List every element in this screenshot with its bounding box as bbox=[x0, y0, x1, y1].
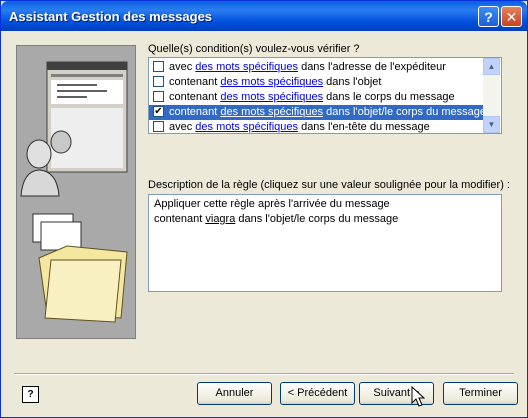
condition-row-5[interactable]: avec des mots spécifiques dans l'en-tête… bbox=[149, 120, 483, 133]
title-help-button[interactable]: ? bbox=[478, 6, 499, 27]
condition-link-4[interactable]: des mots spécifiques bbox=[220, 106, 323, 118]
cancel-button[interactable]: Annuler bbox=[197, 382, 272, 405]
title-close-button[interactable]: ✕ bbox=[501, 6, 522, 27]
description-line-1: Appliquer cette règle après l'arrivée du… bbox=[154, 198, 390, 210]
description-label: Description de la règle (cliquez sur une… bbox=[148, 179, 510, 191]
condition-link-5[interactable]: des mots spécifiques bbox=[195, 121, 298, 133]
dialog-window: Assistant Gestion des messages ? ✕ Quell… bbox=[0, 0, 528, 418]
condition-row-4[interactable]: ✔ contenant des mots spécifiques dans l'… bbox=[149, 105, 487, 120]
condition-row-1[interactable]: avec des mots spécifiques dans l'adresse… bbox=[149, 60, 483, 75]
scroll-up-icon[interactable]: ▲ bbox=[483, 58, 500, 75]
description-line-2: contenant viagra dans l'objet/le corps d… bbox=[154, 213, 398, 225]
condition-link-3[interactable]: des mots spécifiques bbox=[220, 91, 323, 103]
condition-suffix-3: dans le corps du message bbox=[323, 91, 455, 103]
condition-row-3[interactable]: contenant des mots spécifiques dans le c… bbox=[149, 90, 483, 105]
condition-text-5: avec bbox=[169, 121, 196, 133]
condition-row-2[interactable]: contenant des mots spécifiques dans l'ob… bbox=[149, 75, 483, 90]
dialog-body: Quelle(s) condition(s) voulez-vous vérif… bbox=[4, 31, 524, 414]
condition-suffix-2: dans l'objet bbox=[323, 76, 382, 88]
condition-text-1: avec bbox=[169, 61, 196, 73]
condition-link-1[interactable]: des mots spécifiques bbox=[195, 61, 298, 73]
title-bar[interactable]: Assistant Gestion des messages ? ✕ bbox=[1, 1, 527, 31]
condition-link-2[interactable]: des mots spécifiques bbox=[220, 76, 323, 88]
conditions-label: Quelle(s) condition(s) voulez-vous vérif… bbox=[148, 43, 360, 55]
description-line-2-suffix: dans l'objet/le corps du message bbox=[235, 213, 399, 225]
condition-text-2: contenant bbox=[169, 76, 221, 88]
condition-checkbox-3[interactable] bbox=[153, 91, 164, 102]
separator bbox=[14, 373, 514, 375]
condition-text-3: contenant bbox=[169, 91, 221, 103]
condition-suffix-4: dans l'objet/le corps du message bbox=[323, 106, 487, 118]
conditions-scrollbar[interactable]: ▲ ▼ bbox=[483, 58, 500, 133]
condition-text-4: contenant bbox=[169, 106, 221, 118]
window-title: Assistant Gestion des messages bbox=[9, 9, 213, 24]
finish-button[interactable]: Terminer bbox=[443, 382, 518, 405]
conditions-list[interactable]: avec des mots spécifiques dans l'adresse… bbox=[148, 57, 502, 134]
wizard-illustration bbox=[16, 45, 136, 339]
condition-checkbox-5[interactable] bbox=[153, 121, 164, 132]
description-line-2-prefix: contenant bbox=[154, 213, 206, 225]
condition-checkbox-2[interactable] bbox=[153, 76, 164, 87]
back-button[interactable]: < Précédent bbox=[280, 382, 355, 405]
keyword-link[interactable]: viagra bbox=[205, 213, 235, 225]
condition-checkbox-1[interactable] bbox=[153, 61, 164, 72]
rule-description-box[interactable]: Appliquer cette règle après l'arrivée du… bbox=[148, 194, 502, 292]
condition-checkbox-4[interactable]: ✔ bbox=[153, 106, 164, 117]
scroll-down-icon[interactable]: ▼ bbox=[483, 116, 500, 133]
condition-suffix-5: dans l'en-tête du message bbox=[298, 121, 430, 133]
condition-suffix-1: dans l'adresse de l'expéditeur bbox=[298, 61, 446, 73]
mouse-cursor-icon bbox=[411, 386, 425, 407]
help-icon[interactable]: ? bbox=[22, 386, 39, 403]
